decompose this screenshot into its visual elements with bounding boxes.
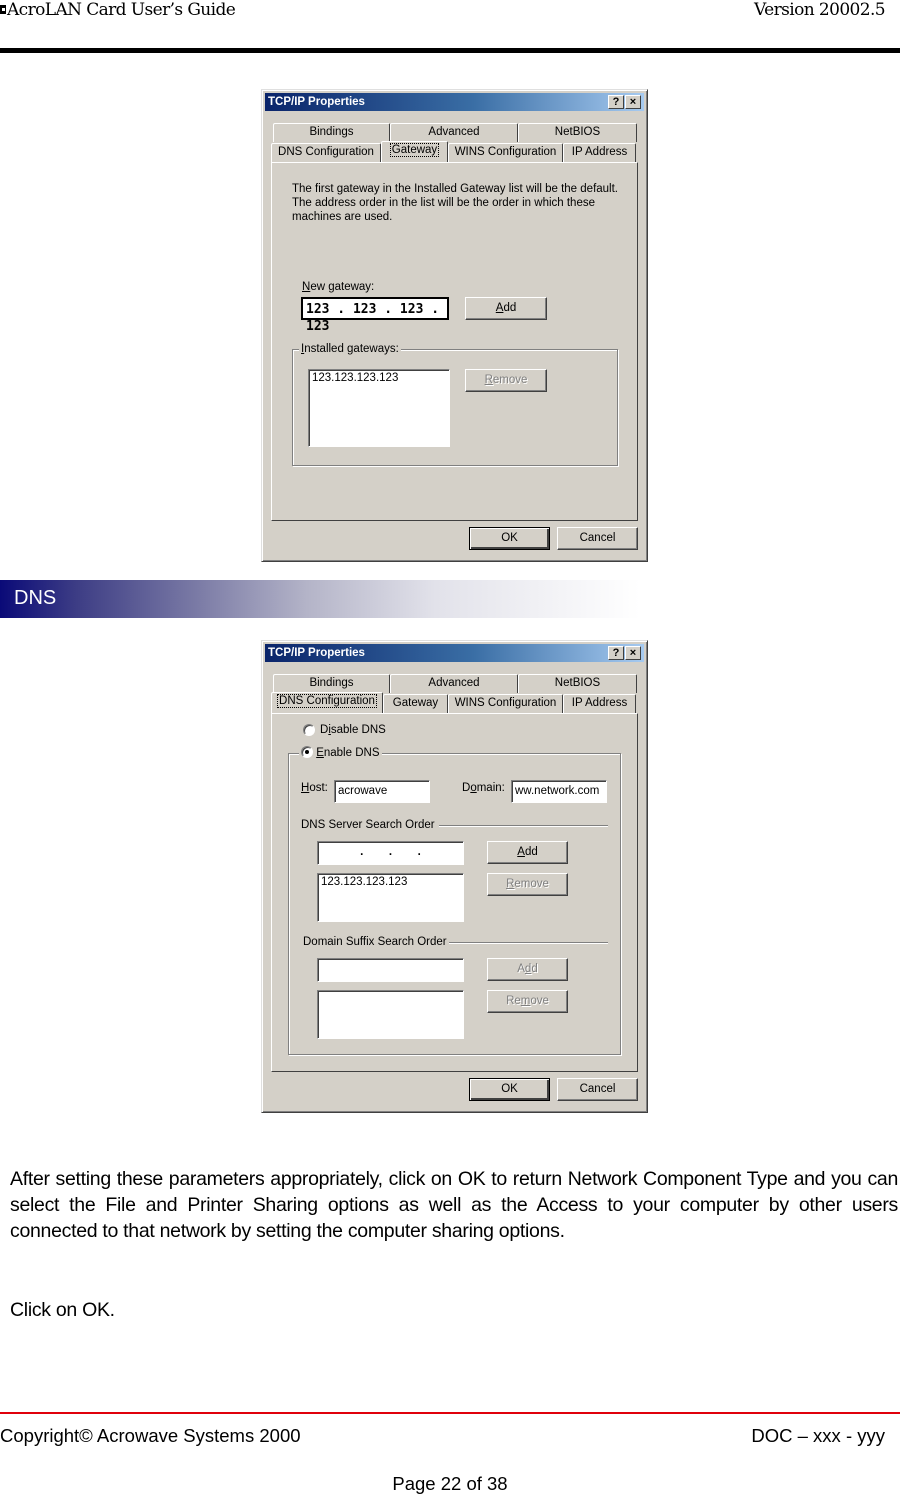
divider — [439, 825, 608, 827]
tab-gateway[interactable]: Gateway — [383, 694, 448, 713]
divider — [449, 942, 608, 944]
domain-suffix-search-order-label: Domain Suffix Search Order — [303, 936, 447, 948]
footer-rule — [0, 1412, 900, 1414]
domain-suffix-list[interactable] — [317, 990, 464, 1039]
dns-panel: Disable DNS Enable DNS Host: acrowave Do… — [271, 713, 638, 1072]
dns-server-search-order-label: DNS Server Search Order — [301, 819, 435, 831]
bullet-icon — [0, 5, 6, 14]
dialog-title: TCP/IP Properties — [268, 96, 365, 108]
tab-netbios[interactable]: NetBIOS — [518, 674, 637, 693]
dialog-titlebar: TCP/IP Properties ? × — [265, 93, 644, 111]
tab-bindings[interactable]: Bindings — [273, 123, 390, 142]
gateway-description-line: machines are used. — [292, 211, 393, 223]
host-input[interactable]: acrowave — [334, 780, 430, 803]
add-dns-server-button[interactable]: Add — [487, 841, 568, 864]
dialog-titlebar: TCP/IP Properties ? × — [265, 644, 644, 662]
instruction-paragraph: After setting these parameters appropria… — [10, 1168, 898, 1242]
tab-ip-address[interactable]: IP Address — [563, 143, 636, 162]
ok-button[interactable]: OK — [469, 1078, 550, 1101]
tab-dns-configuration[interactable]: DNS Configuration — [271, 692, 383, 713]
new-gateway-label: New gateway: — [302, 281, 375, 293]
tab-netbios[interactable]: NetBIOS — [518, 123, 637, 142]
tcpip-properties-dialog-dns: TCP/IP Properties ? × Bindings Advanced … — [261, 640, 648, 1113]
add-gateway-button[interactable]: Add — [465, 297, 547, 320]
cancel-button[interactable]: Cancel — [557, 527, 638, 550]
gateway-panel: The first gateway in the Installed Gatew… — [271, 162, 638, 521]
dialog-title: TCP/IP Properties — [268, 647, 365, 659]
installed-gateways-label: Installed gateways: — [299, 343, 401, 356]
list-item[interactable]: 123.123.123.123 — [321, 876, 460, 888]
domain-label: Domain: — [462, 782, 505, 794]
tab-wins-configuration[interactable]: WINS Configuration — [448, 694, 563, 713]
gateway-description-line: The first gateway in the Installed Gatew… — [292, 183, 618, 195]
ok-button[interactable]: OK — [469, 527, 550, 550]
domain-suffix-input[interactable] — [317, 958, 464, 982]
tab-advanced[interactable]: Advanced — [390, 123, 518, 142]
tab-dns-configuration[interactable]: DNS Configuration — [271, 143, 381, 162]
tcpip-properties-dialog-gateway: TCP/IP Properties ? × Bindings Advanced … — [261, 89, 648, 562]
gateway-description-line: The address order in the list will be th… — [292, 197, 595, 209]
new-gateway-input[interactable]: 123 . 123 . 123 . 123 — [301, 297, 449, 334]
close-button[interactable]: × — [625, 95, 641, 109]
section-banner: DNS — [0, 580, 640, 618]
document-version: Version 20002.5 — [754, 0, 886, 20]
add-domain-suffix-button[interactable]: Add — [487, 958, 568, 981]
page-number: Page 22 of 38 — [392, 1473, 508, 1494]
cancel-button[interactable]: Cancel — [557, 1078, 638, 1101]
dns-server-list[interactable]: 123.123.123.123 — [317, 873, 464, 922]
list-item[interactable]: 123.123.123.123 — [312, 372, 446, 384]
section-heading: DNS — [14, 587, 57, 609]
tab-bindings[interactable]: Bindings — [273, 674, 390, 693]
installed-gateways-list[interactable]: 123.123.123.123 — [308, 369, 450, 447]
disable-dns-radio[interactable] — [303, 724, 315, 736]
enable-dns-radio[interactable] — [301, 746, 313, 758]
footer-doc-id: DOC – xxx - yyy — [751, 1425, 885, 1446]
dns-server-input[interactable]: . . . — [317, 841, 464, 865]
tab-ip-address[interactable]: IP Address — [563, 694, 636, 713]
domain-input[interactable]: ww.network.com — [511, 780, 607, 803]
page-header: AcroLAN Card User’s Guide Version 20002.… — [0, 0, 900, 22]
help-button[interactable]: ? — [608, 646, 624, 660]
host-label: Host: — [301, 782, 328, 794]
remove-domain-suffix-button[interactable]: Remove — [487, 990, 568, 1013]
document-title: AcroLAN Card User’s Guide — [7, 0, 236, 20]
disable-dns-label[interactable]: Disable DNS — [320, 723, 386, 737]
header-rule — [0, 48, 900, 53]
footer-copyright: Copyright© Acrowave Systems 2000 — [0, 1425, 301, 1446]
remove-dns-server-button[interactable]: Remove — [487, 873, 568, 896]
tab-advanced[interactable]: Advanced — [390, 674, 518, 693]
close-button[interactable]: × — [625, 646, 641, 660]
tab-gateway[interactable]: Gateway — [381, 141, 448, 162]
tab-wins-configuration[interactable]: WINS Configuration — [448, 143, 563, 162]
remove-gateway-button[interactable]: Remove — [465, 369, 547, 392]
enable-dns-option[interactable]: Enable DNS — [299, 746, 382, 760]
help-button[interactable]: ? — [608, 95, 624, 109]
click-ok-instruction: Click on OK. — [10, 1299, 115, 1321]
